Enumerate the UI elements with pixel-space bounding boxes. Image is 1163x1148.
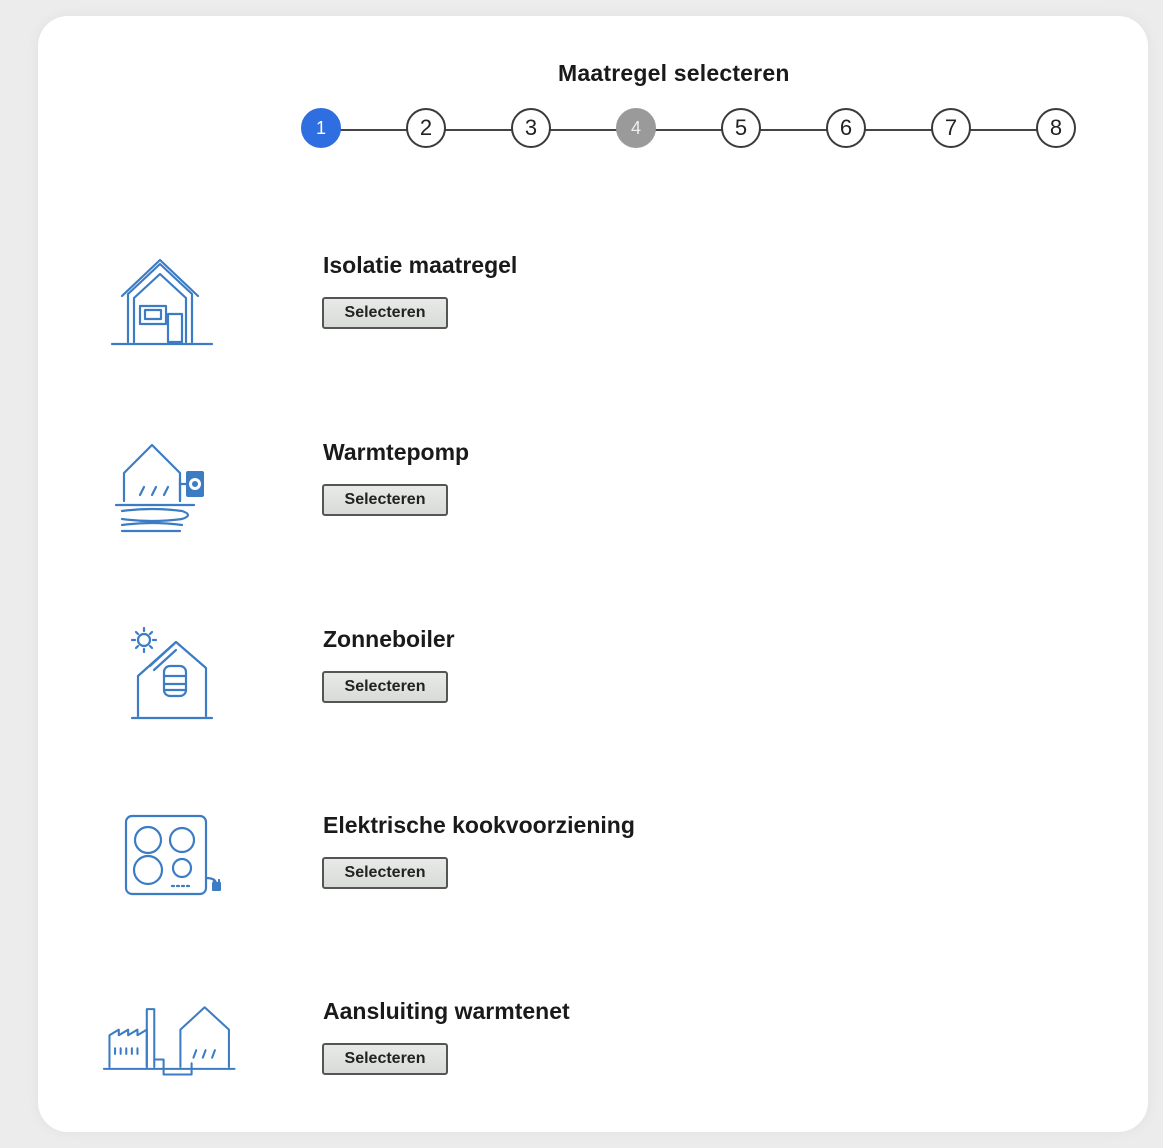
solar-boiler-icon [130,626,214,720]
select-heat-pump-button[interactable]: Selecteren [322,484,448,516]
select-solar-boiler-button[interactable]: Selecteren [322,671,448,703]
select-electric-cooking-button[interactable]: Selecteren [322,857,448,889]
measure-selection-card: Maatregel selecteren 1 2 3 4 5 6 7 8 Iso… [38,16,1148,1132]
measure-electric-cooking: Elektrische kookvoorziening Selecteren [38,812,1148,942]
electric-cooktop-icon [124,814,221,896]
measure-title: Aansluiting warmtenet [323,998,570,1024]
heat-pump-icon [114,443,204,533]
step-6[interactable]: 6 [826,108,866,148]
measure-insulation: Isolatie maatregel Selecteren [38,252,1148,382]
step-4: 4 [616,108,656,148]
measure-title: Warmtepomp [323,439,470,465]
step-2[interactable]: 2 [406,108,446,148]
measure-title: Isolatie maatregel [323,252,518,278]
step-connector [969,129,1038,131]
step-8[interactable]: 8 [1036,108,1076,148]
measure-district-heating: Aansluiting warmtenet Selecteren [38,998,1148,1128]
measure-solar-boiler: Zonneboiler Selecteren [38,626,1148,756]
step-connector [339,129,408,131]
measure-heat-pump: Warmtepomp Selecteren [38,439,1148,569]
step-connector [654,129,723,131]
step-connector [864,129,933,131]
page-title: Maatregel selecteren [558,60,790,86]
step-3[interactable]: 3 [511,108,551,148]
stepper: 1 2 3 4 5 6 7 8 [301,108,1081,152]
step-5[interactable]: 5 [721,108,761,148]
select-insulation-button[interactable]: Selecteren [322,297,448,329]
step-connector [759,129,828,131]
district-heating-icon [102,1006,236,1076]
house-insulation-icon [110,258,214,346]
measure-title: Zonneboiler [323,626,455,652]
step-connector [444,129,513,131]
step-7[interactable]: 7 [931,108,971,148]
step-1[interactable]: 1 [301,108,341,148]
measure-title: Elektrische kookvoorziening [323,812,635,838]
select-district-heating-button[interactable]: Selecteren [322,1043,448,1075]
step-connector [549,129,618,131]
